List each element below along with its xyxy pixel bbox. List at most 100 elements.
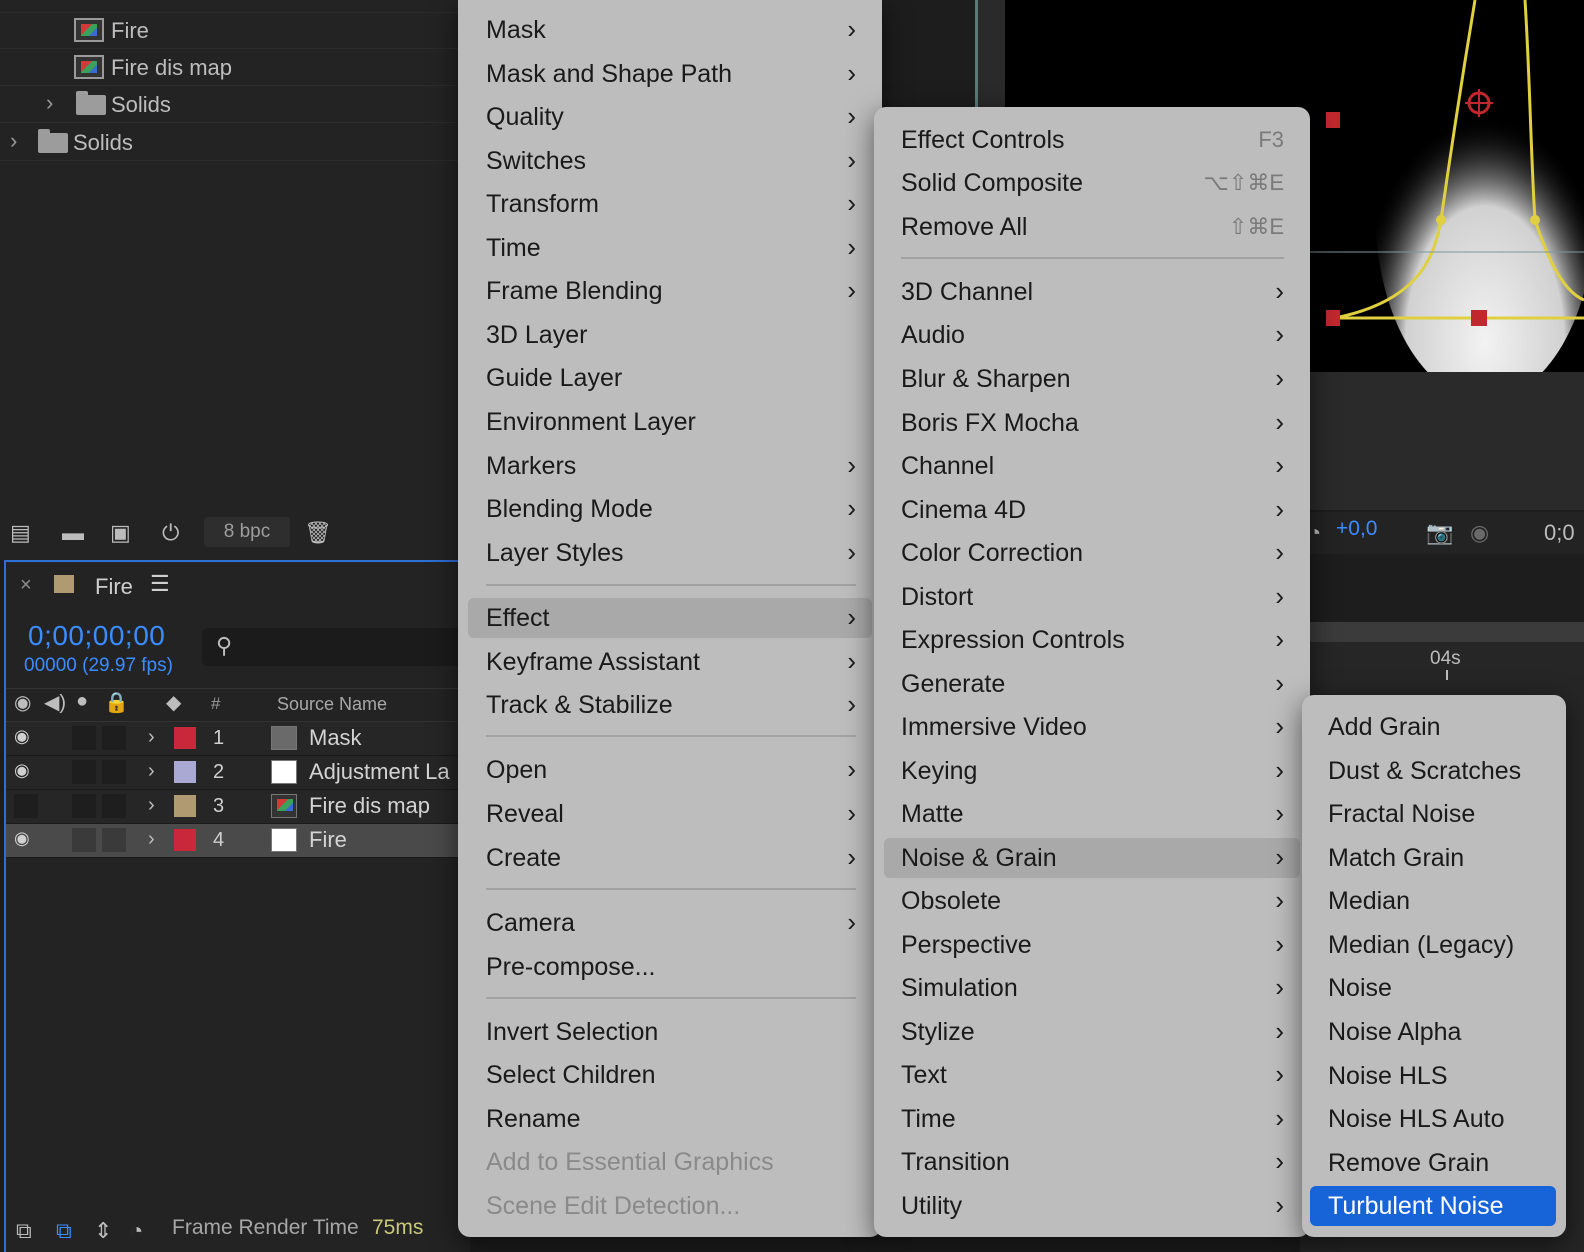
layer-name[interactable]: Fire dis map xyxy=(309,793,430,819)
close-tab-icon[interactable]: × xyxy=(20,574,32,597)
menu-item-mask-and-shape-path[interactable]: Mask and Shape Path › xyxy=(458,54,882,94)
menu-item-layer-styles[interactable]: Layer Styles › xyxy=(458,533,882,573)
menu-item-quality[interactable]: Quality › xyxy=(458,97,882,137)
menu-item-select-children[interactable]: Select Children xyxy=(458,1055,882,1095)
menu-item-blending-mode[interactable]: Blending Mode › xyxy=(458,489,882,529)
effect-item-simulation[interactable]: Simulation › xyxy=(874,968,1310,1008)
effect-item-stylize[interactable]: Stylize › xyxy=(874,1012,1310,1052)
noise-item-fractal-noise[interactable]: Fractal Noise xyxy=(1302,794,1566,834)
project-folder-solids[interactable]: › Solids xyxy=(0,124,470,161)
menu-item-mask[interactable]: Mask › xyxy=(458,10,882,50)
menu-item-pre-compose[interactable]: Pre-compose... xyxy=(458,947,882,987)
new-composition-icon[interactable]: ▣ xyxy=(110,520,131,546)
effect-item-3d-channel[interactable]: 3D Channel › xyxy=(874,272,1310,312)
effect-item-time[interactable]: Time › xyxy=(874,1099,1310,1139)
effect-item-effect-controls[interactable]: Effect Controls F3 xyxy=(874,120,1310,160)
audio-toggle[interactable] xyxy=(72,760,96,784)
panel-menu-icon[interactable]: ☰ xyxy=(150,571,170,597)
effect-item-matte[interactable]: Matte › xyxy=(874,794,1310,834)
layer-name[interactable]: Adjustment La xyxy=(309,759,450,785)
exposure-value[interactable]: +0,0 xyxy=(1336,517,1377,541)
draft-3d-icon[interactable]: ⧉ xyxy=(56,1218,72,1244)
effect-item-perspective[interactable]: Perspective › xyxy=(874,925,1310,965)
noise-item-median-legacy[interactable]: Median (Legacy) xyxy=(1302,925,1566,965)
chevron-right-icon[interactable]: › xyxy=(10,128,17,154)
interpret-footage-icon[interactable]: ▤ xyxy=(10,520,31,546)
effect-item-channel[interactable]: Channel › xyxy=(874,446,1310,486)
viewer-timecode[interactable]: 0;0 xyxy=(1544,520,1575,546)
audio-toggle[interactable] xyxy=(72,726,96,750)
effect-item-noise-grain[interactable]: Noise & Grain › xyxy=(884,838,1300,878)
snapshot-camera-icon[interactable]: 📷 xyxy=(1426,520,1453,546)
project-item-fire-dis-map[interactable]: Fire dis map xyxy=(0,49,470,86)
eye-icon[interactable]: ◉ xyxy=(14,760,30,781)
effect-item-color-correction[interactable]: Color Correction › xyxy=(874,533,1310,573)
menu-item-frame-blending[interactable]: Frame Blending › xyxy=(458,271,882,311)
noise-item-dust-scratches[interactable]: Dust & Scratches xyxy=(1302,751,1566,791)
menu-item-environment-layer[interactable]: Environment Layer xyxy=(458,402,882,442)
lock-toggle[interactable] xyxy=(102,726,126,750)
noise-item-add-grain[interactable]: Add Grain xyxy=(1302,707,1566,747)
menu-item-track-stabilize[interactable]: Track & Stabilize › xyxy=(458,685,882,725)
menu-item-markers[interactable]: Markers › xyxy=(458,446,882,486)
layer-search-input[interactable] xyxy=(202,628,470,666)
menu-item-effect[interactable]: Effect › xyxy=(468,598,872,638)
new-folder-icon[interactable]: ▬ xyxy=(62,520,84,546)
eye-toggle-off[interactable] xyxy=(14,794,38,818)
project-item-fire[interactable]: Fire xyxy=(0,12,470,49)
menu-item-keyframe-assistant[interactable]: Keyframe Assistant › xyxy=(458,642,882,682)
noise-item-median[interactable]: Median xyxy=(1302,881,1566,921)
menu-item-reveal[interactable]: Reveal › xyxy=(458,794,882,834)
source-name-header[interactable]: Source Name xyxy=(277,694,387,715)
current-timecode[interactable]: 0;00;00;00 xyxy=(28,620,165,652)
menu-item-rename[interactable]: Rename xyxy=(458,1099,882,1139)
show-snapshot-icon[interactable]: ◉ xyxy=(1470,520,1489,546)
effect-item-expression-controls[interactable]: Expression Controls › xyxy=(874,620,1310,660)
noise-item-remove-grain[interactable]: Remove Grain xyxy=(1302,1143,1566,1183)
menu-item-open[interactable]: Open › xyxy=(458,750,882,790)
effect-item-immersive-video[interactable]: Immersive Video › xyxy=(874,707,1310,747)
noise-item-turbulent-noise[interactable]: Turbulent Noise xyxy=(1310,1186,1556,1226)
chevron-right-icon[interactable]: › xyxy=(148,726,155,749)
search-icon[interactable]: ⚲ xyxy=(216,633,232,659)
eye-icon[interactable]: ◉ xyxy=(14,726,30,747)
menu-item-invert-selection[interactable]: Invert Selection xyxy=(458,1012,882,1052)
menu-item-create[interactable]: Create › xyxy=(458,838,882,878)
trash-icon[interactable]: 🗑 xyxy=(304,520,332,546)
chevron-right-icon[interactable]: › xyxy=(46,90,53,116)
lock-toggle[interactable] xyxy=(102,828,126,852)
noise-item-noise-hls[interactable]: Noise HLS xyxy=(1302,1056,1566,1096)
comp-flowchart-icon[interactable]: ⧉ xyxy=(16,1218,32,1244)
effect-item-blur-sharpen[interactable]: Blur & Sharpen › xyxy=(874,359,1310,399)
audio-toggle[interactable] xyxy=(72,828,96,852)
effect-item-audio[interactable]: Audio › xyxy=(874,315,1310,355)
lock-toggle[interactable] xyxy=(102,760,126,784)
timeline-tab-title[interactable]: Fire xyxy=(95,574,133,600)
layer-row-4[interactable]: ◉ › 4 Fire xyxy=(6,824,470,858)
chevron-right-icon[interactable]: › xyxy=(148,760,155,783)
audio-toggle[interactable] xyxy=(72,794,96,818)
noise-item-match-grain[interactable]: Match Grain xyxy=(1302,838,1566,878)
project-folder-solids-inner[interactable]: › Solids xyxy=(0,86,470,123)
effect-item-text[interactable]: Text › xyxy=(874,1055,1310,1095)
layer-label-color[interactable] xyxy=(174,795,196,817)
effect-item-generate[interactable]: Generate › xyxy=(874,664,1310,704)
menu-item-time[interactable]: Time › xyxy=(458,228,882,268)
motion-blur-icon[interactable]: ⇕ xyxy=(94,1218,112,1244)
menu-item-switches[interactable]: Switches › xyxy=(458,141,882,181)
effect-item-boris-fx-mocha[interactable]: Boris FX Mocha › xyxy=(874,403,1310,443)
effect-item-transition[interactable]: Transition › xyxy=(874,1142,1310,1182)
layer-label-color[interactable] xyxy=(174,727,196,749)
menu-item-3d-layer[interactable]: 3D Layer xyxy=(458,315,882,355)
timeline-work-area-bar[interactable] xyxy=(1300,622,1584,642)
lock-toggle[interactable] xyxy=(102,794,126,818)
layer-name[interactable]: Fire xyxy=(309,827,347,853)
layer-row-2[interactable]: ◉ › 2 Adjustment La xyxy=(6,756,470,790)
layer-row-3[interactable]: › 3 Fire dis map xyxy=(6,790,470,824)
noise-item-noise-hls-auto[interactable]: Noise HLS Auto xyxy=(1302,1099,1566,1139)
effect-item-utility[interactable]: Utility › xyxy=(874,1186,1310,1226)
bit-depth-button[interactable]: 8 bpc xyxy=(204,517,290,547)
menu-item-transform[interactable]: Transform › xyxy=(458,184,882,224)
effect-item-remove-all[interactable]: Remove All ⇧⌘E xyxy=(874,207,1310,247)
layer-name[interactable]: Mask xyxy=(309,725,362,751)
